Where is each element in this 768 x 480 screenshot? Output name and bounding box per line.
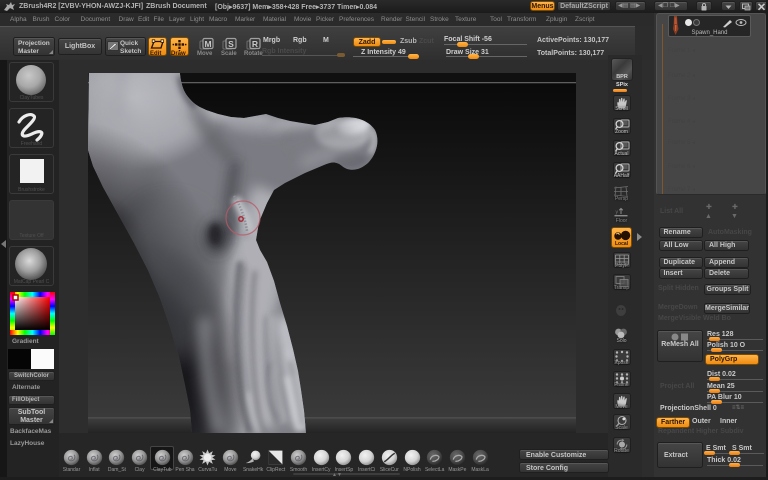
svg-text:S: S (228, 39, 234, 49)
svg-text:R: R (252, 39, 258, 49)
svg-text:M: M (204, 39, 211, 49)
svg-text:y: y (616, 210, 619, 216)
